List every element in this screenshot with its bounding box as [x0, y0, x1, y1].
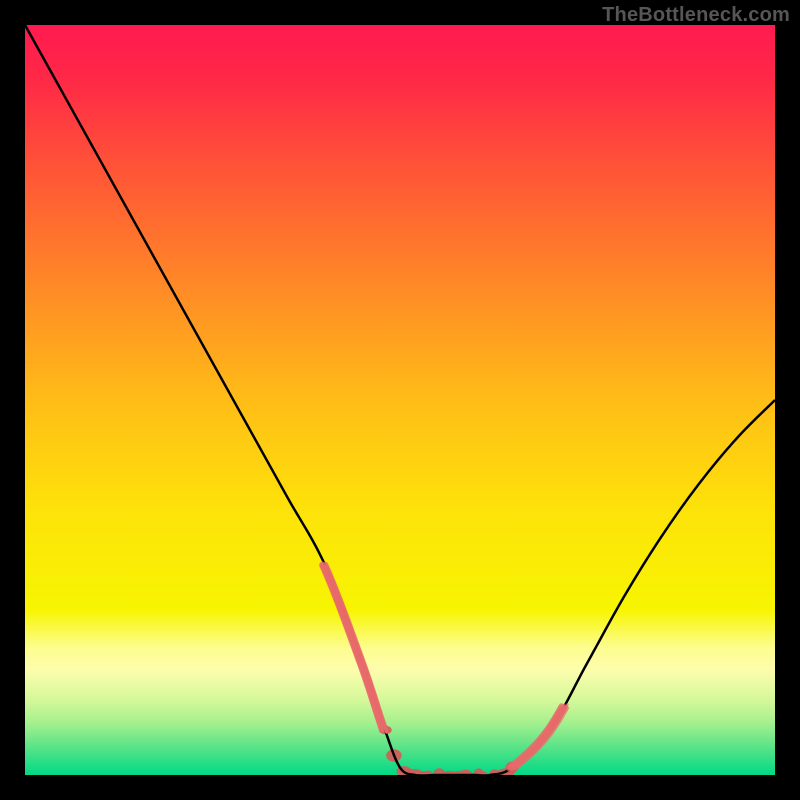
chart-plot — [25, 25, 775, 775]
chart-frame: TheBottleneck.com — [0, 0, 800, 800]
gradient-background — [25, 25, 775, 775]
attribution-text: TheBottleneck.com — [602, 4, 790, 27]
